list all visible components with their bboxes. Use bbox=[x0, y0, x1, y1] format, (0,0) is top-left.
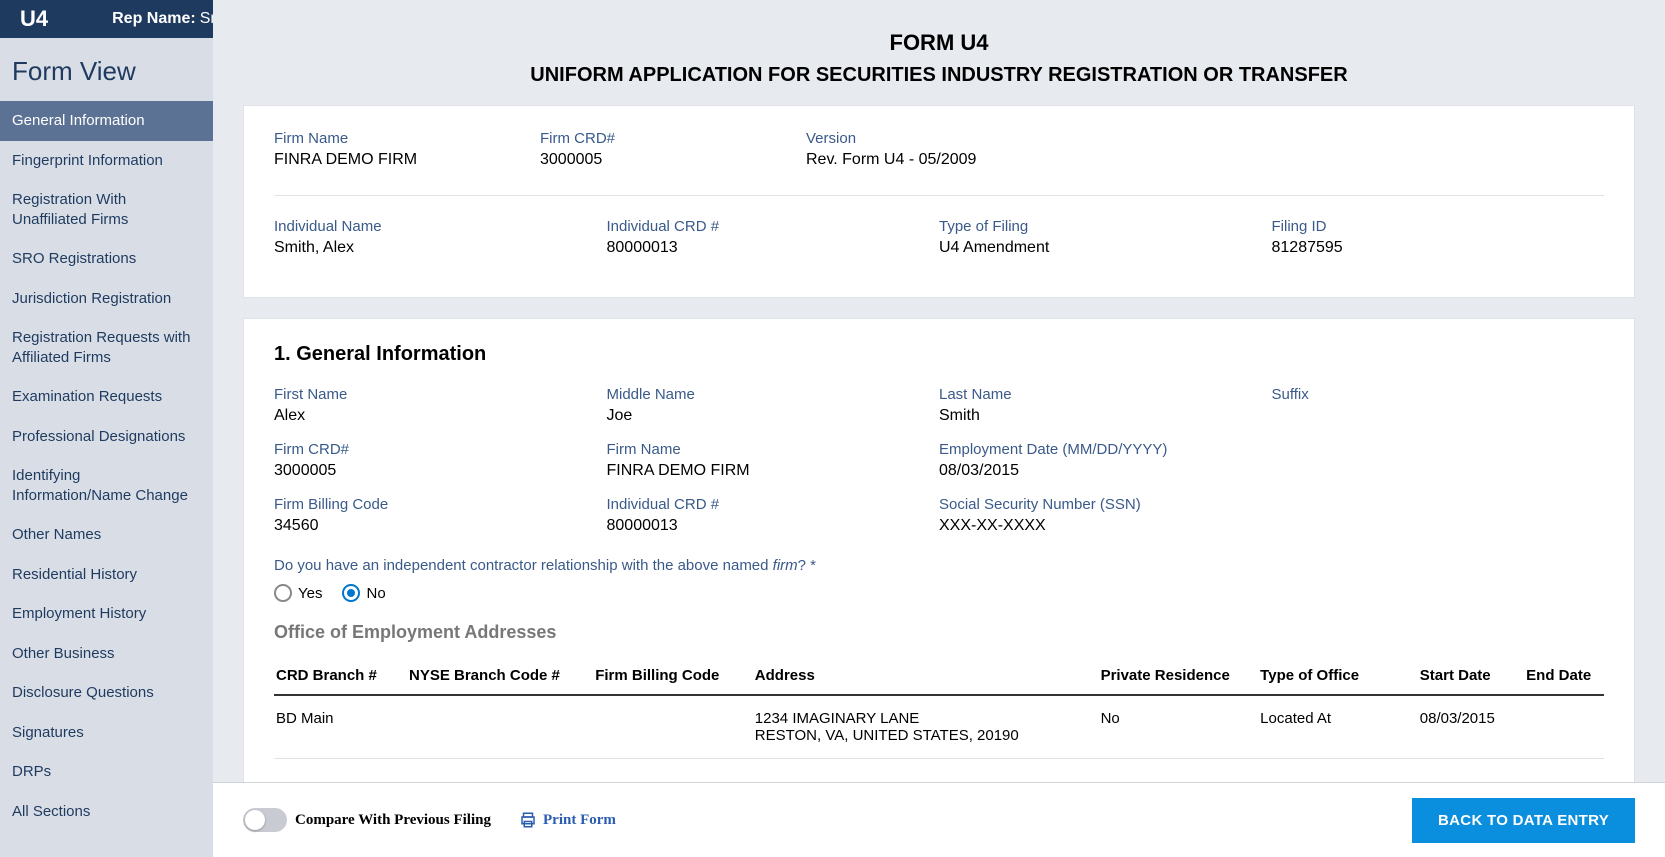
firm-crd-label: Firm CRD# bbox=[540, 130, 796, 147]
rep-name-value: Smi bbox=[200, 10, 213, 28]
sidebar-item[interactable]: Identifying Information/Name Change bbox=[0, 456, 213, 515]
sidebar: Form View General InformationFingerprint… bbox=[0, 38, 213, 857]
sidebar-item[interactable]: Jurisdiction Registration bbox=[0, 279, 213, 319]
divider bbox=[274, 195, 1604, 196]
sidebar-item[interactable]: DRPs bbox=[0, 752, 213, 792]
last-name-value: Smith bbox=[939, 407, 1262, 425]
ssn-label: Social Security Number (SSN) bbox=[939, 496, 1262, 513]
individual-crd-label: Individual CRD # bbox=[607, 218, 930, 235]
first-name-label: First Name bbox=[274, 386, 597, 403]
radio-no[interactable]: No bbox=[342, 584, 385, 602]
sidebar-item[interactable]: Other Business bbox=[0, 634, 213, 674]
contractor-question: Do you have an independent contractor re… bbox=[274, 557, 1604, 574]
office-heading: Office of Employment Addresses bbox=[274, 622, 1604, 643]
page-subtitle: UNIFORM APPLICATION FOR SECURITIES INDUS… bbox=[243, 64, 1635, 87]
radio-circle-icon bbox=[274, 584, 292, 602]
cell-priv-res: No bbox=[1099, 695, 1259, 759]
individual-name-value: Smith, Alex bbox=[274, 239, 597, 257]
individual-crd-value: 80000013 bbox=[607, 239, 930, 257]
radio-yes-label: Yes bbox=[298, 585, 322, 602]
sidebar-item[interactable]: Registration With Unaffiliated Firms bbox=[0, 180, 213, 239]
billing-code-label: Firm Billing Code bbox=[274, 496, 597, 513]
version-value: Rev. Form U4 - 05/2009 bbox=[806, 151, 1062, 169]
th-start: Start Date bbox=[1418, 659, 1524, 695]
th-crd-branch: CRD Branch # bbox=[274, 659, 407, 695]
firm-name-label: Firm Name bbox=[274, 130, 530, 147]
gi-firm-name-value: FINRA DEMO FIRM bbox=[607, 462, 930, 480]
sidebar-item[interactable]: Disclosure Questions bbox=[0, 673, 213, 713]
sidebar-item[interactable]: Fingerprint Information bbox=[0, 141, 213, 181]
cell-billing bbox=[593, 695, 753, 759]
gi-ind-crd-value: 80000013 bbox=[607, 517, 930, 535]
print-icon bbox=[519, 811, 537, 829]
suffix-label: Suffix bbox=[1272, 386, 1595, 403]
cell-nyse-branch bbox=[407, 695, 593, 759]
billing-code-value: 34560 bbox=[274, 517, 597, 535]
cell-crd-branch: BD Main bbox=[274, 695, 407, 759]
print-form-label: Print Form bbox=[543, 812, 616, 829]
sidebar-item[interactable]: Signatures bbox=[0, 713, 213, 753]
firm-crd-value: 3000005 bbox=[540, 151, 796, 169]
radio-circle-icon bbox=[342, 584, 360, 602]
sidebar-item[interactable]: Employment History bbox=[0, 594, 213, 634]
cell-office-type: Located At bbox=[1258, 695, 1418, 759]
header-card: Firm Name FINRA DEMO FIRM Firm CRD# 3000… bbox=[243, 105, 1635, 298]
th-priv-res: Private Residence bbox=[1099, 659, 1259, 695]
individual-name-label: Individual Name bbox=[274, 218, 597, 235]
filing-id-value: 81287595 bbox=[1272, 239, 1595, 257]
page-title: FORM U4 bbox=[243, 30, 1635, 56]
middle-name-label: Middle Name bbox=[607, 386, 930, 403]
sidebar-item[interactable]: All Sections bbox=[0, 792, 213, 832]
th-office-type: Type of Office bbox=[1258, 659, 1418, 695]
ssn-value: XXX-XX-XXXX bbox=[939, 517, 1262, 535]
sidebar-title: Form View bbox=[0, 38, 213, 101]
gi-firm-name-label: Firm Name bbox=[607, 441, 930, 458]
sidebar-item[interactable]: Professional Designations bbox=[0, 417, 213, 457]
table-row: BD Main 1234 IMAGINARY LANERESTON, VA, UN… bbox=[274, 695, 1604, 759]
firm-name-value: FINRA DEMO FIRM bbox=[274, 151, 530, 169]
gi-firm-crd-label: Firm CRD# bbox=[274, 441, 597, 458]
rep-name-label: Rep Name: bbox=[112, 10, 196, 28]
gi-ind-crd-label: Individual CRD # bbox=[607, 496, 930, 513]
section-heading: 1. General Information bbox=[274, 343, 1604, 366]
back-to-data-entry-button[interactable]: BACK TO DATA ENTRY bbox=[1412, 798, 1635, 843]
cell-start: 08/03/2015 bbox=[1418, 695, 1524, 759]
compare-toggle[interactable] bbox=[243, 808, 287, 832]
th-address: Address bbox=[753, 659, 1099, 695]
th-end: End Date bbox=[1524, 659, 1604, 695]
cell-end bbox=[1524, 695, 1604, 759]
footer: Compare With Previous Filing Print Form … bbox=[213, 782, 1665, 857]
employment-date-value: 08/03/2015 bbox=[939, 462, 1262, 480]
topbar: U4 Rep Name: Smi bbox=[0, 0, 213, 38]
filing-type-label: Type of Filing bbox=[939, 218, 1262, 235]
main-content: FORM U4 UNIFORM APPLICATION FOR SECURITI… bbox=[213, 0, 1665, 782]
th-billing: Firm Billing Code bbox=[593, 659, 753, 695]
sidebar-item[interactable]: SRO Registrations bbox=[0, 239, 213, 279]
cell-address: 1234 IMAGINARY LANERESTON, VA, UNITED ST… bbox=[753, 695, 1099, 759]
general-info-card: 1. General Information First Name Alex M… bbox=[243, 318, 1635, 782]
sidebar-item[interactable]: Residential History bbox=[0, 555, 213, 595]
first-name-value: Alex bbox=[274, 407, 597, 425]
sidebar-item[interactable]: General Information bbox=[0, 101, 213, 141]
compare-toggle-label: Compare With Previous Filing bbox=[295, 812, 491, 829]
filing-id-label: Filing ID bbox=[1272, 218, 1595, 235]
filing-type-value: U4 Amendment bbox=[939, 239, 1262, 257]
radio-yes[interactable]: Yes bbox=[274, 584, 322, 602]
gi-firm-crd-value: 3000005 bbox=[274, 462, 597, 480]
sidebar-item[interactable]: Registration Requests with Affiliated Fi… bbox=[0, 318, 213, 377]
version-label: Version bbox=[806, 130, 1062, 147]
sidebar-item[interactable]: Examination Requests bbox=[0, 377, 213, 417]
print-form-link[interactable]: Print Form bbox=[519, 811, 616, 829]
contractor-radio-group: Yes No bbox=[274, 584, 1604, 602]
employment-date-label: Employment Date (MM/DD/YYYY) bbox=[939, 441, 1262, 458]
last-name-label: Last Name bbox=[939, 386, 1262, 403]
office-table: CRD Branch # NYSE Branch Code # Firm Bil… bbox=[274, 659, 1604, 759]
radio-no-label: No bbox=[366, 585, 385, 602]
topbar-code: U4 bbox=[20, 6, 48, 32]
th-nyse-branch: NYSE Branch Code # bbox=[407, 659, 593, 695]
middle-name-value: Joe bbox=[607, 407, 930, 425]
sidebar-item[interactable]: Other Names bbox=[0, 515, 213, 555]
